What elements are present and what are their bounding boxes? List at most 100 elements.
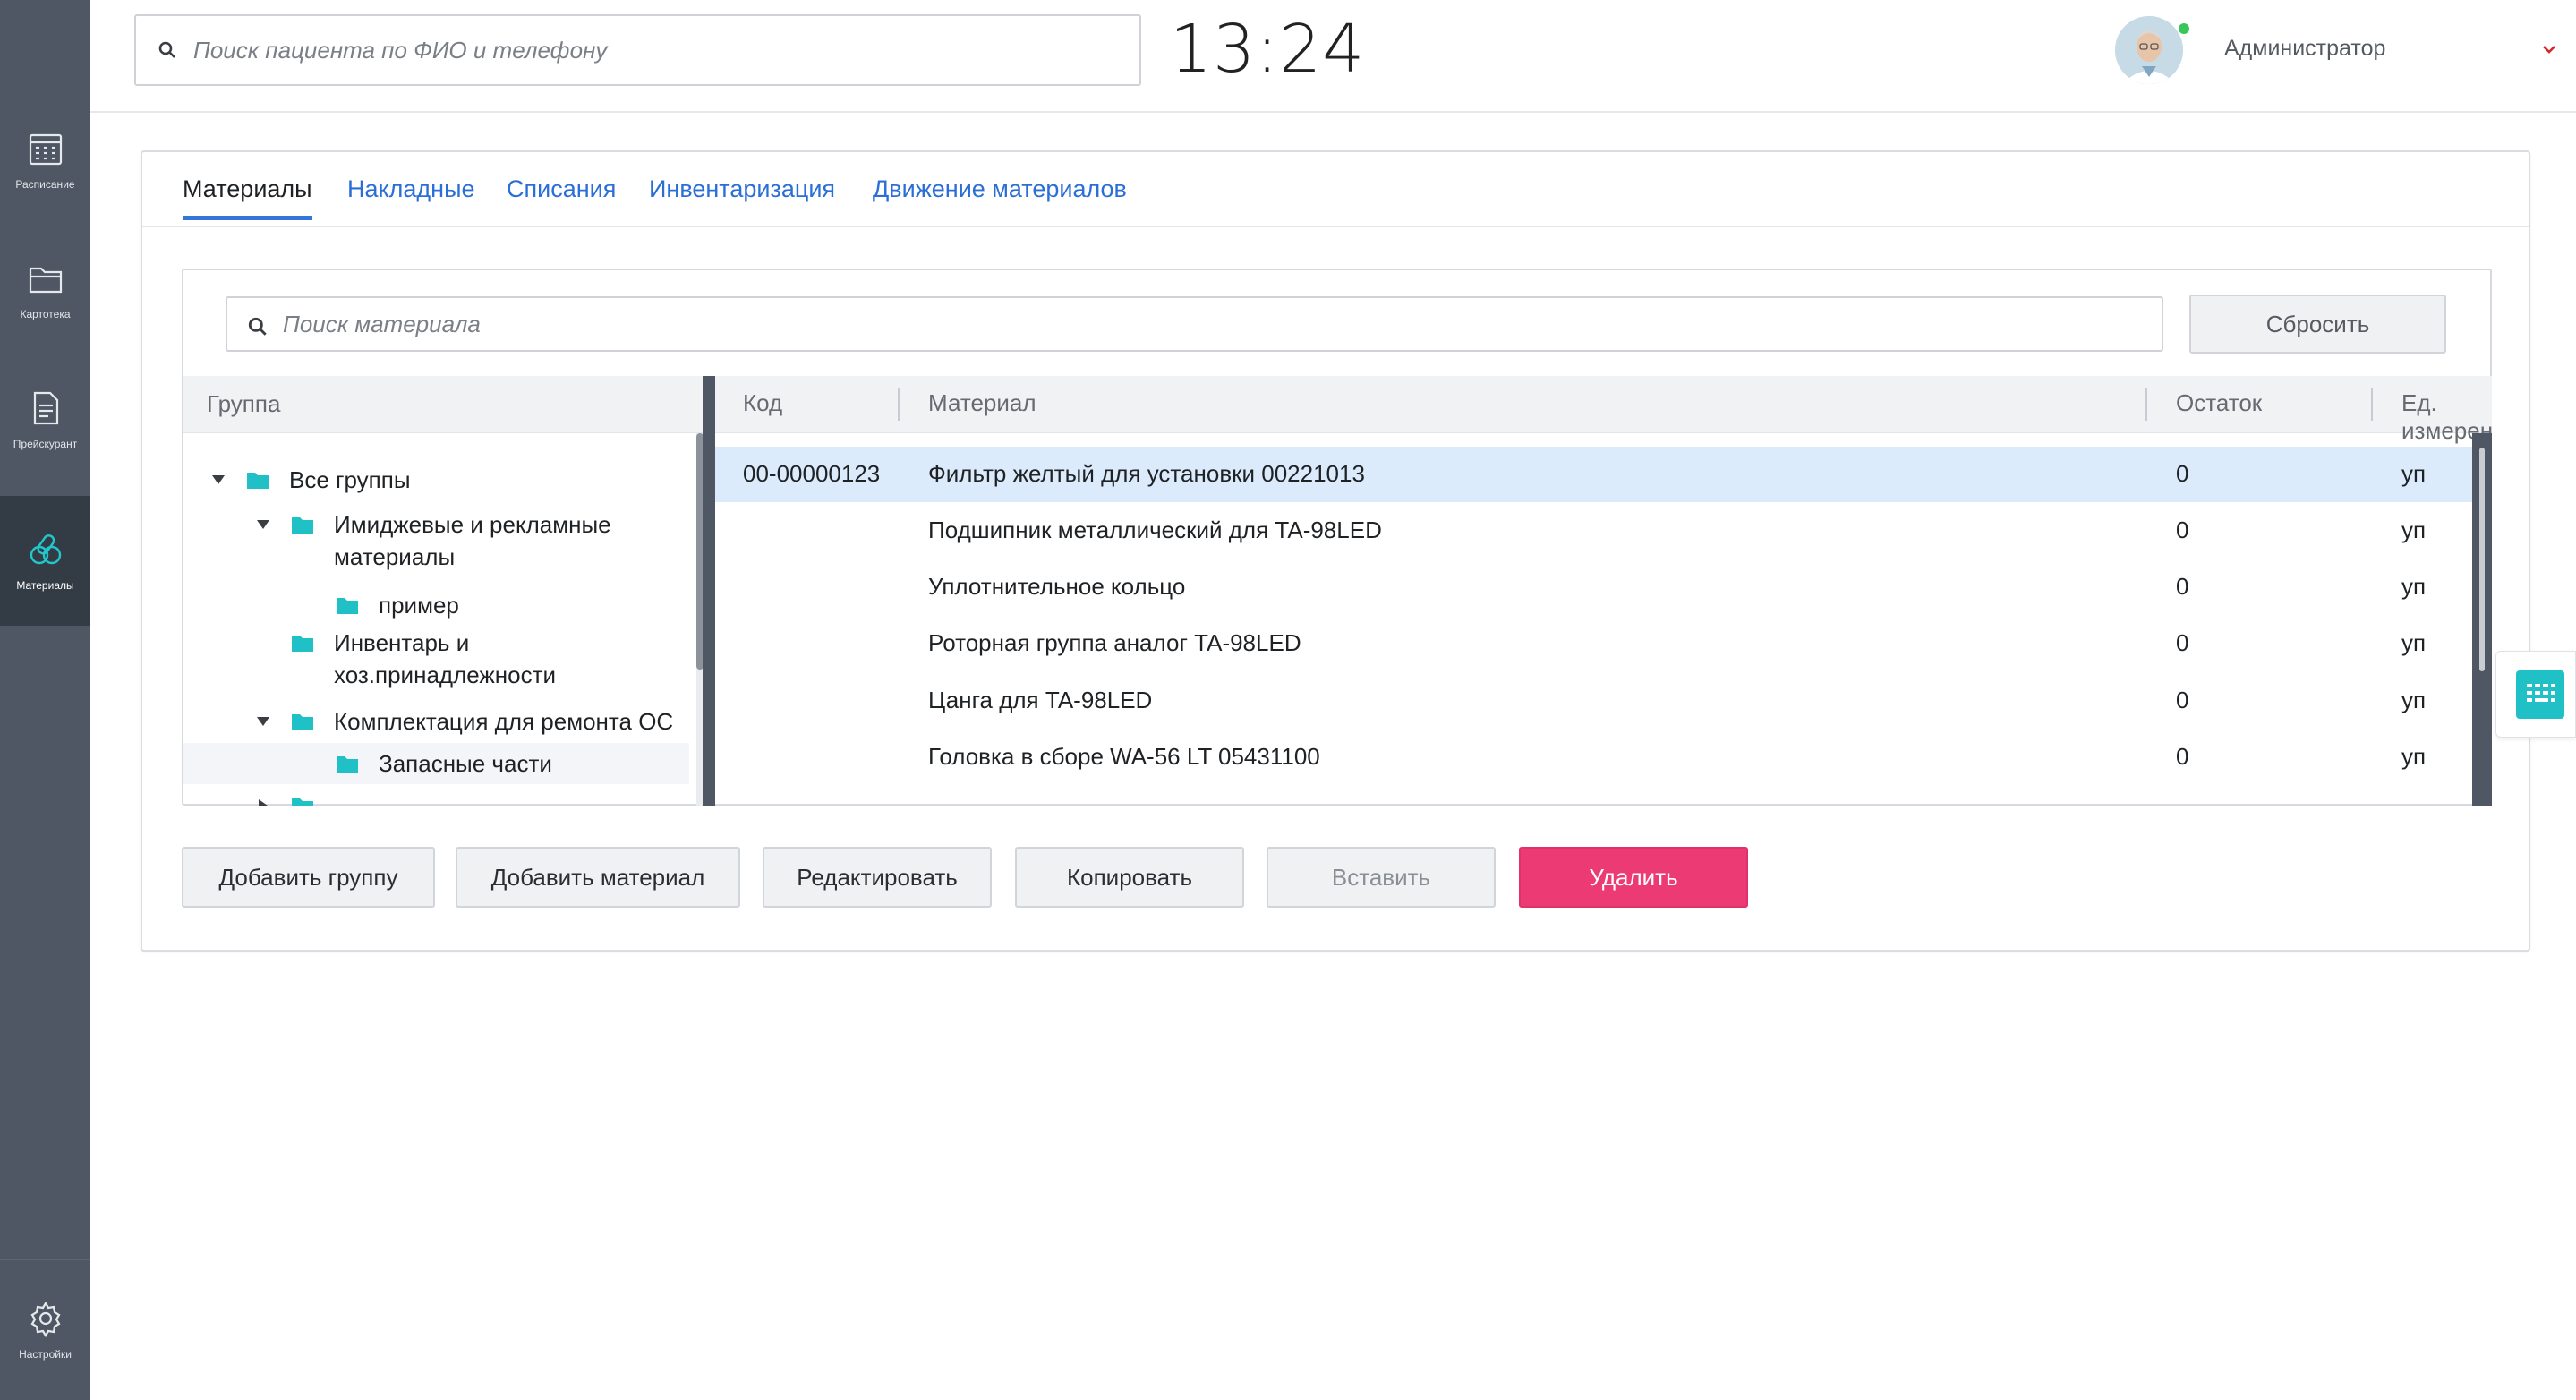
sidebar-item-pricelist[interactable]: Прейскурант — [0, 354, 90, 484]
sidebar-item-label: Настройки — [19, 1347, 72, 1361]
cell-stock: 0 — [2176, 516, 2189, 543]
calendar-icon — [29, 133, 62, 165]
caret-down-icon[interactable] — [255, 508, 271, 541]
column-separator[interactable] — [2145, 388, 2147, 421]
caret-down-icon[interactable] — [210, 464, 226, 496]
material-search-box[interactable] — [226, 296, 2163, 352]
tree-node-image-materials[interactable]: Имиджевые и рекламные материалы — [183, 508, 689, 573]
column-separator[interactable] — [898, 388, 900, 421]
cell-stock: 0 — [2176, 460, 2189, 487]
table-header: Код Материал Остаток Ед. измерения — [715, 376, 2492, 444]
tab-write-offs[interactable]: Списания — [507, 175, 616, 216]
tree-node-partial[interactable] — [183, 790, 689, 806]
tree-node-label: пример — [379, 592, 459, 619]
table-row[interactable]: Подшипник металлический для TA-98LED 0 у… — [715, 503, 2472, 559]
tree-node-example[interactable]: пример — [183, 589, 689, 621]
column-header-stock[interactable]: Остаток — [2176, 389, 2262, 417]
folder-icon — [337, 598, 358, 614]
tree-node-spare-parts[interactable]: Запасные части — [183, 743, 689, 784]
top-bar: 13:24 Администратор — [90, 0, 2576, 113]
tree-node-inventory[interactable]: Инвентарь и хоз.принадлежности — [183, 627, 689, 691]
tree-node-label: Инвентарь и хоз.принадлежности — [334, 629, 557, 688]
table-row[interactable]: Головка в сборе WA-56 LT 05431100 0 уп — [715, 730, 2472, 785]
folder-icon — [292, 517, 313, 534]
add-group-button[interactable]: Добавить группу — [182, 847, 435, 908]
folder-icon — [247, 473, 269, 489]
material-search-input[interactable] — [283, 310, 1088, 338]
cell-stock: 0 — [2176, 573, 2189, 600]
cell-unit: уп — [2401, 516, 2427, 543]
delete-button[interactable]: Удалить — [1519, 847, 1748, 908]
tree-node-all-groups[interactable]: Все группы — [183, 464, 689, 496]
cell-unit: уп — [2401, 573, 2427, 600]
table-row[interactable]: Цанга для TA-98LED 0 уп — [715, 673, 2472, 729]
cell-material: Фильтр желтый для установки 00221013 — [928, 460, 1365, 487]
floating-keypad-button[interactable] — [2495, 651, 2576, 738]
tree-node-repair-kit[interactable]: Комплектация для ремонта ОС — [183, 705, 689, 738]
doctor-avatar-icon — [2115, 16, 2183, 84]
cell-stock: 0 — [2176, 743, 2189, 770]
sidebar-item-label: Прейскурант — [13, 437, 78, 450]
tab-materials[interactable]: Материалы — [183, 175, 312, 220]
online-status-dot — [2177, 21, 2191, 36]
patient-search-box[interactable] — [134, 14, 1141, 86]
folder-icon — [292, 636, 313, 652]
paste-button[interactable]: Вставить — [1267, 847, 1496, 908]
tab-invoices[interactable]: Накладные — [347, 175, 475, 216]
patient-search-input[interactable] — [193, 36, 999, 64]
group-tree: Все группы Имиджевые и рекламные материа… — [183, 433, 703, 806]
tree-node-label: Имиджевые и рекламные материалы — [334, 511, 611, 570]
column-separator[interactable] — [2371, 388, 2373, 421]
cell-material: Роторная группа аналог TA-98LED — [928, 629, 1301, 656]
tab-bar: Материалы Накладные Списания Инвентариза… — [142, 152, 2529, 227]
folder-icon — [337, 756, 358, 773]
group-column-header: Группа — [183, 376, 703, 433]
tab-material-movement[interactable]: Движение материалов — [873, 175, 1127, 216]
cell-code: 00-00000123 — [743, 460, 881, 487]
sidebar-item-label: Материалы — [16, 578, 74, 592]
gear-icon — [30, 1301, 61, 1337]
copy-button[interactable]: Копировать — [1015, 847, 1244, 908]
tree-node-label: Запасные части — [379, 750, 552, 777]
clock: 13:24 — [1170, 11, 1366, 88]
caret-down-icon[interactable] — [255, 705, 271, 738]
materials-panel: Сбросить Группа Все группы Имиджевые и р… — [182, 269, 2492, 806]
pills-icon — [30, 534, 61, 564]
tree-node-label: Все группы — [289, 466, 411, 493]
cell-unit: уп — [2401, 460, 2427, 487]
cell-material: Уплотнительное кольцо — [928, 573, 1186, 600]
table-row[interactable]: Уплотнительное кольцо 0 уп — [715, 559, 2472, 615]
column-header-material[interactable]: Материал — [928, 389, 1036, 417]
caret-right-icon[interactable] — [255, 790, 271, 806]
column-header-code[interactable]: Код — [743, 389, 782, 417]
reset-button[interactable]: Сбросить — [2189, 295, 2446, 354]
table-row[interactable]: 00-00000123 Фильтр желтый для установки … — [715, 447, 2472, 502]
cell-unit: уп — [2401, 743, 2427, 770]
tree-scrollbar-thumb[interactable] — [696, 433, 703, 670]
add-material-button[interactable]: Добавить материал — [456, 847, 740, 908]
edit-button[interactable]: Редактировать — [763, 847, 992, 908]
group-tree-pane: Группа Все группы Имиджевые и рекламные … — [183, 376, 703, 806]
user-name[interactable]: Администратор — [2224, 36, 2385, 62]
avatar[interactable] — [2115, 16, 2183, 84]
sidebar-item-label: Картотека — [20, 307, 71, 320]
table-row[interactable]: Роторная группа аналог TA-98LED 0 уп — [715, 616, 2472, 671]
search-icon — [248, 317, 267, 336]
chevron-down-icon[interactable] — [2539, 39, 2559, 59]
sidebar-item-materials[interactable]: Материалы — [0, 496, 90, 626]
sidebar-item-records[interactable]: Картотека — [0, 225, 90, 354]
cell-stock: 0 — [2176, 629, 2189, 656]
folder-icon — [292, 798, 313, 806]
tree-node-label: Комплектация для ремонта ОС — [334, 708, 674, 735]
tab-inventory[interactable]: Инвентаризация — [649, 175, 835, 216]
cell-material: Цанга для TA-98LED — [928, 687, 1153, 713]
table-scrollbar-thumb[interactable] — [2479, 448, 2485, 671]
search-icon — [158, 41, 175, 58]
sidebar-item-label: Расписание — [15, 177, 75, 191]
pane-splitter[interactable] — [703, 376, 715, 806]
folder-icon — [292, 714, 313, 730]
cell-unit: уп — [2401, 629, 2427, 656]
folder-open-icon — [29, 267, 62, 293]
sidebar-item-schedule[interactable]: Расписание — [0, 95, 90, 225]
sidebar-item-settings[interactable]: Настройки — [0, 1259, 90, 1400]
